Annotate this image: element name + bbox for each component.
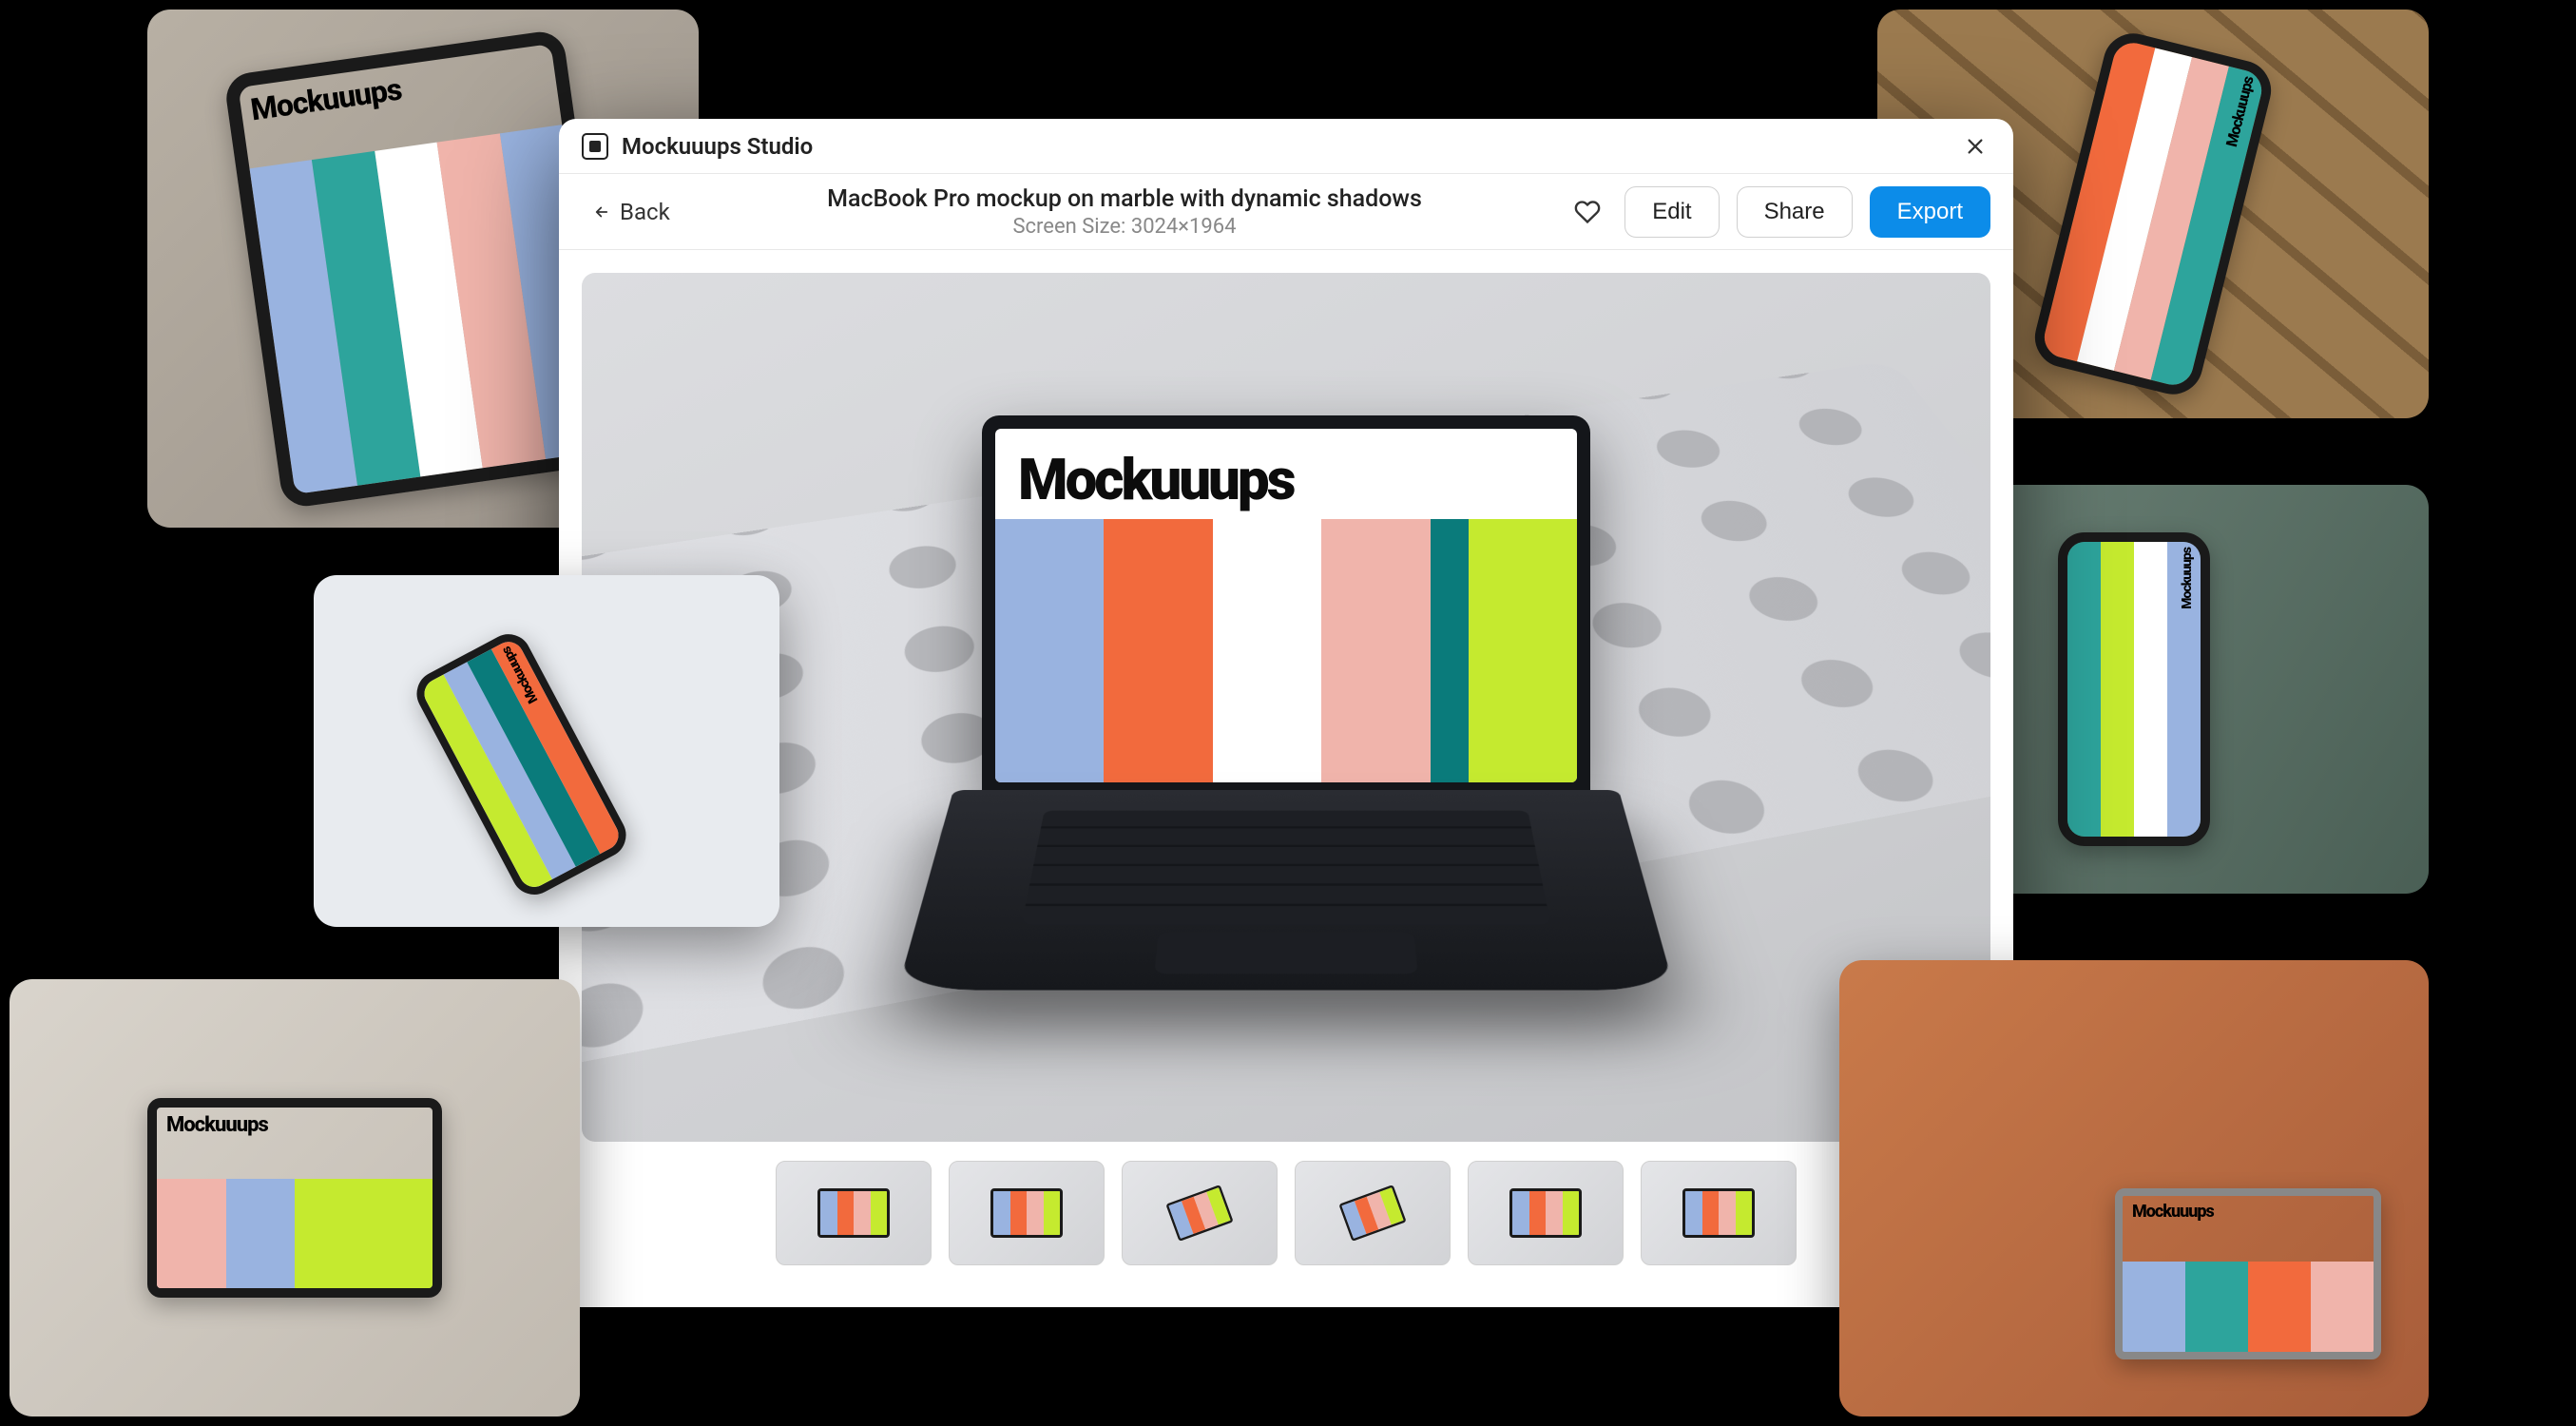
variant-thumb-6[interactable]	[1641, 1161, 1797, 1265]
edit-button[interactable]: Edit	[1624, 186, 1719, 238]
mockup-meta: Screen Size: 3024×1964	[699, 215, 1550, 239]
title-block: MacBook Pro mockup on marble with dynami…	[699, 185, 1550, 239]
back-label: Back	[620, 199, 670, 225]
heart-icon	[1574, 199, 1601, 225]
export-button[interactable]: Export	[1870, 186, 1990, 238]
back-button[interactable]: Back	[582, 191, 682, 233]
laptop-mockup: Mockuuups	[982, 415, 1590, 1113]
gallery-thumb-phone-light: Mockuuups	[314, 575, 779, 927]
mockup-logo-text: Mockuuups	[166, 1113, 268, 1137]
variant-thumb-5[interactable]	[1468, 1161, 1624, 1265]
arrow-left-icon	[593, 203, 610, 221]
titlebar: Mockuuups Studio	[559, 119, 2013, 174]
laptop-screen: Mockuuups	[982, 415, 1590, 796]
variant-thumb-4[interactable]	[1295, 1161, 1451, 1265]
variant-thumb-2[interactable]	[949, 1161, 1105, 1265]
app-name: Mockuuups Studio	[622, 133, 813, 160]
close-icon	[1965, 136, 1986, 157]
gallery-thumb-laptop-hand: Mockuuups	[10, 979, 580, 1416]
close-button[interactable]	[1960, 131, 1990, 162]
laptop-display: Mockuuups	[995, 429, 1577, 782]
favorite-button[interactable]	[1567, 192, 1607, 232]
gallery-thumb-laptop-woman: Mockuuups	[1839, 960, 2429, 1416]
mockup-logo-text: Mockuuups	[2180, 548, 2195, 609]
share-button[interactable]: Share	[1737, 186, 1853, 238]
variant-thumbnails	[582, 1161, 1990, 1284]
display-logo-text: Mockuuups	[995, 429, 1577, 519]
variant-thumb-1[interactable]	[776, 1161, 932, 1265]
app-logo-icon	[582, 133, 608, 160]
variant-thumb-3[interactable]	[1122, 1161, 1278, 1265]
toolbar: Back MacBook Pro mockup on marble with d…	[559, 174, 2013, 250]
mockup-logo-text: Mockuuups	[248, 70, 403, 127]
mockup-title: MacBook Pro mockup on marble with dynami…	[699, 185, 1550, 213]
main-preview: Mockuuups	[582, 273, 1990, 1142]
mockup-logo-text: Mockuuups	[2132, 1202, 2214, 1222]
laptop-keyboard	[897, 790, 1675, 991]
